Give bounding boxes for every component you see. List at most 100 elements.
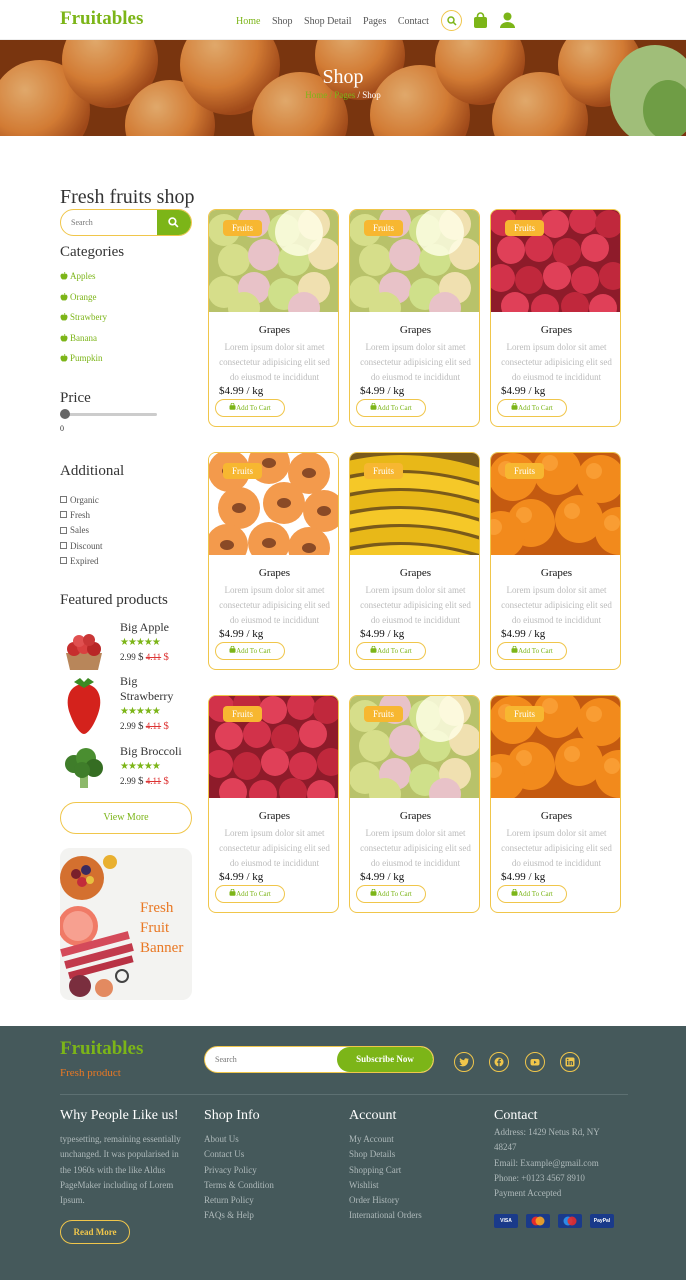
filter-organic[interactable]: Organic bbox=[60, 492, 103, 507]
add-to-cart-button[interactable]: Add To Cart bbox=[497, 399, 567, 417]
category-orange[interactable]: Orange bbox=[60, 287, 107, 308]
footer-link-my-account[interactable]: My Account bbox=[349, 1132, 422, 1147]
product-description: Lorem ipsum dolor sit amet consectetur a… bbox=[501, 342, 612, 382]
nav-pages[interactable]: Pages bbox=[363, 16, 386, 27]
product-name[interactable]: Grapes bbox=[350, 324, 479, 336]
footer-link-order-history[interactable]: Order History bbox=[349, 1193, 422, 1208]
product-card[interactable]: Fruits Grapes Lorem ipsum dolor sit amet c… bbox=[490, 695, 621, 913]
checkbox[interactable] bbox=[60, 557, 67, 565]
checkbox[interactable] bbox=[60, 526, 67, 534]
product-card[interactable]: Fruits Grapes Lorem ipsum dolor sit amet c… bbox=[349, 209, 480, 427]
product-name[interactable]: Grapes bbox=[209, 567, 338, 579]
product-name[interactable]: Grapes bbox=[209, 810, 338, 822]
add-to-cart-button[interactable]: Add To Cart bbox=[356, 885, 426, 903]
footer-link-privacy[interactable]: Privacy Policy bbox=[204, 1163, 274, 1178]
brand-logo[interactable]: Fruitables bbox=[60, 8, 143, 30]
nav-shop[interactable]: Shop bbox=[272, 16, 293, 27]
category-strawbery[interactable]: Strawbery bbox=[60, 307, 107, 328]
product-name[interactable]: Grapes bbox=[350, 567, 479, 579]
product-name[interactable]: Grapes bbox=[491, 567, 620, 579]
footer-link-faq[interactable]: FAQs & Help bbox=[204, 1208, 274, 1223]
read-more-button[interactable]: Read More bbox=[60, 1220, 130, 1244]
footer-logo[interactable]: Fruitables bbox=[60, 1038, 143, 1060]
twitter-icon[interactable] bbox=[454, 1052, 474, 1072]
footer-link-international[interactable]: International Orders bbox=[349, 1208, 422, 1223]
newsletter-input[interactable] bbox=[205, 1047, 335, 1072]
shopping-bag-icon[interactable] bbox=[473, 12, 488, 34]
breadcrumb-home[interactable]: Home bbox=[305, 90, 327, 100]
contact-phone: Phone: +0123 4567 8910 bbox=[494, 1172, 585, 1183]
youtube-icon[interactable] bbox=[525, 1052, 545, 1072]
product-card[interactable]: Fruits Grapes Lorem ipsum dolor sit amet c… bbox=[208, 695, 339, 913]
mastercard-icon bbox=[526, 1214, 550, 1228]
footer-link-wishlist[interactable]: Wishlist bbox=[349, 1178, 422, 1193]
search-icon[interactable] bbox=[441, 10, 462, 31]
featured-product[interactable]: Big Apple ★★★★★ 2.99 $ 4.11 $ bbox=[60, 620, 195, 682]
featured-product-name[interactable]: Big Broccoli bbox=[120, 744, 190, 759]
product-card[interactable]: Fruits Grapes Lorem ipsum dolor sit amet c… bbox=[490, 209, 621, 427]
product-card[interactable]: Fruits Grapes Lorem ipsum dolor sit amet c… bbox=[208, 452, 339, 670]
category-tag: Fruits bbox=[505, 220, 545, 236]
contact-heading: Contact bbox=[494, 1108, 538, 1123]
price-slider-handle[interactable] bbox=[60, 409, 70, 419]
subscribe-button[interactable]: Subscribe Now bbox=[337, 1047, 433, 1072]
nav-home[interactable]: Home bbox=[236, 16, 260, 27]
add-to-cart-button[interactable]: Add To Cart bbox=[215, 885, 285, 903]
footer-link-cart[interactable]: Shopping Cart bbox=[349, 1163, 422, 1178]
add-to-cart-button[interactable]: Add To Cart bbox=[356, 642, 426, 660]
category-banana[interactable]: Banana bbox=[60, 328, 107, 349]
product-description: Lorem ipsum dolor sit amet consectetur a… bbox=[219, 585, 330, 625]
footer-link-terms[interactable]: Terms & Condition bbox=[204, 1178, 274, 1193]
nav-shop-detail[interactable]: Shop Detail bbox=[304, 16, 352, 27]
linkedin-icon[interactable] bbox=[560, 1052, 580, 1072]
checkbox[interactable] bbox=[60, 496, 67, 504]
filter-sales[interactable]: Sales bbox=[60, 523, 103, 538]
product-name[interactable]: Grapes bbox=[491, 324, 620, 336]
product-card[interactable]: Fruits Grapes Lorem ipsum dolor sit amet c… bbox=[490, 452, 621, 670]
featured-product-name[interactable]: Big Strawberry bbox=[120, 674, 190, 704]
fresh-fruit-banner[interactable]: Fresh Fruit Banner bbox=[60, 848, 192, 1000]
footer-link-about[interactable]: About Us bbox=[204, 1132, 274, 1147]
footer-shop-info: Shop Info About Us Contact Us Privacy Po… bbox=[204, 1108, 274, 1224]
checkbox[interactable] bbox=[60, 542, 67, 550]
footer-link-shop-details[interactable]: Shop Details bbox=[349, 1147, 422, 1162]
user-icon[interactable] bbox=[500, 12, 515, 33]
product-card[interactable]: Fruits Grapes Lorem ipsum dolor sit amet c… bbox=[208, 209, 339, 427]
breadcrumb: Home / Pages / Shop bbox=[305, 90, 381, 100]
breadcrumb-pages[interactable]: Pages bbox=[334, 90, 355, 100]
featured-product[interactable]: Big Strawberry ★★★★★ 2.99 $ 4.11 $ bbox=[60, 674, 195, 736]
footer: Fruitables Fresh product Subscribe Now W… bbox=[0, 1026, 686, 1280]
account-heading: Account bbox=[349, 1108, 397, 1123]
add-to-cart-button[interactable]: Add To Cart bbox=[497, 885, 567, 903]
add-to-cart-button[interactable]: Add To Cart bbox=[356, 399, 426, 417]
product-name[interactable]: Grapes bbox=[209, 324, 338, 336]
rating-stars-icon: ★★★★★ bbox=[120, 637, 161, 648]
footer-link-return[interactable]: Return Policy bbox=[204, 1193, 274, 1208]
nav-contact[interactable]: Contact bbox=[398, 16, 429, 27]
add-to-cart-button[interactable]: Add To Cart bbox=[215, 399, 285, 417]
facebook-icon[interactable] bbox=[489, 1052, 509, 1072]
filter-fresh[interactable]: Fresh bbox=[60, 507, 103, 522]
category-pumpkin[interactable]: Pumpkin bbox=[60, 348, 107, 369]
filter-discount[interactable]: Discount bbox=[60, 538, 103, 553]
filter-expired[interactable]: Expired bbox=[60, 553, 103, 568]
product-name[interactable]: Grapes bbox=[491, 810, 620, 822]
featured-product[interactable]: Big Broccoli ★★★★★ 2.99 $ 4.11 $ bbox=[60, 744, 195, 806]
search-input[interactable] bbox=[61, 210, 157, 235]
add-to-cart-button[interactable]: Add To Cart bbox=[215, 642, 285, 660]
search-button[interactable] bbox=[157, 210, 191, 235]
footer-link-contact[interactable]: Contact Us bbox=[204, 1147, 274, 1162]
checkbox[interactable] bbox=[60, 511, 67, 519]
product-price: $4.99 / kg bbox=[501, 628, 546, 640]
featured-heading: Featured products bbox=[60, 592, 168, 608]
product-card[interactable]: Fruits Grapes Lorem ipsum dolor sit amet c… bbox=[349, 695, 480, 913]
category-apples[interactable]: Apples bbox=[60, 266, 107, 287]
product-card[interactable]: Fruits Grapes Lorem ipsum dolor sit amet c… bbox=[349, 452, 480, 670]
featured-product-name[interactable]: Big Apple bbox=[120, 620, 190, 635]
price-slider[interactable] bbox=[60, 408, 157, 420]
apple-icon bbox=[60, 313, 68, 321]
product-thumbnail bbox=[60, 744, 108, 806]
product-name[interactable]: Grapes bbox=[350, 810, 479, 822]
view-more-button[interactable]: View More bbox=[60, 802, 192, 834]
add-to-cart-button[interactable]: Add To Cart bbox=[497, 642, 567, 660]
